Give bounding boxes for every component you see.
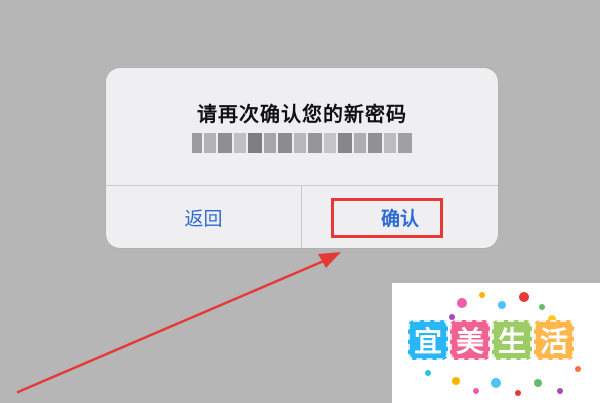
back-button[interactable]: 返回 bbox=[106, 186, 301, 248]
logo-tile-3: 生 bbox=[492, 320, 532, 360]
logo-text-tiles: 宜 美 生 活 bbox=[408, 320, 574, 360]
logo-tile-1: 宜 bbox=[408, 320, 448, 360]
logo-tile-4: 活 bbox=[534, 320, 574, 360]
watermark-logo: 宜 美 生 活 bbox=[392, 283, 600, 403]
dialog-title: 请再次确认您的新密码 bbox=[197, 102, 407, 126]
logo-tile-2: 美 bbox=[450, 320, 490, 360]
confirm-highlight-box bbox=[331, 198, 443, 238]
blurred-password-text bbox=[192, 133, 412, 153]
masked-password bbox=[106, 130, 498, 156]
